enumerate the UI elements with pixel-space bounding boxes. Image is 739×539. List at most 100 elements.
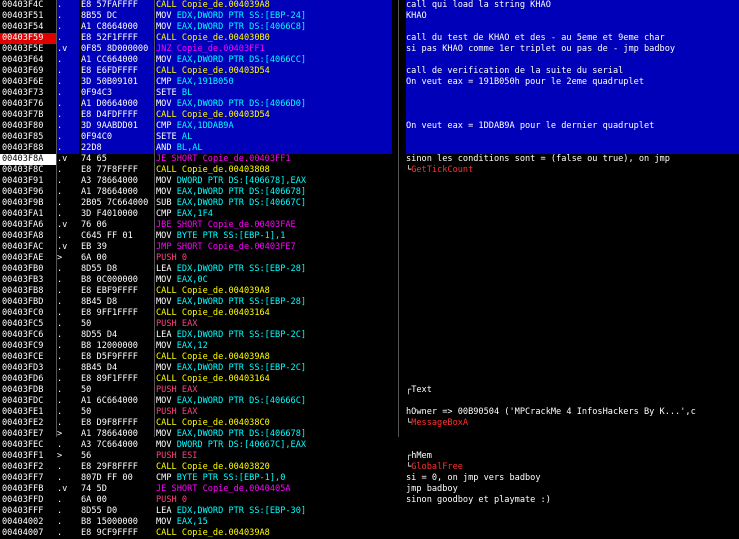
address-cell[interactable]: 00403FC6 — [0, 330, 56, 341]
disassembly-cell[interactable]: CALL Copie_de.00403D54 — [156, 110, 392, 121]
disassembly-cell[interactable]: MOV EAX,15 — [156, 517, 392, 528]
address-cell[interactable]: 00403F80 — [0, 121, 56, 132]
comment-cell[interactable] — [406, 22, 739, 33]
disassembly-cell[interactable]: MOV DWORD PTR DS:[40667C],EAX — [156, 440, 392, 451]
comment-cell[interactable] — [406, 297, 739, 308]
disassembly-cell[interactable]: LEA EDX,DWORD PTR SS:[EBP-28] — [156, 264, 392, 275]
instruction-row[interactable]: 00403FAC .v EB 39 JMP SHORT Copie_de.00403F… — [0, 242, 739, 253]
disassembly-cell[interactable]: JE SHORT Copie_de.0040405A — [156, 484, 392, 495]
disassembly-cell[interactable]: MOV EAX,DWORD PTR DS:[406678] — [156, 187, 392, 198]
disassembly-cell[interactable]: CALL Copie_de.00403808 — [156, 165, 392, 176]
comment-cell[interactable]: On veut eax = 191B050h pour le 2eme quad… — [406, 77, 739, 88]
hex-dump-cell[interactable]: B8 12000000 — [81, 341, 154, 352]
address-cell[interactable]: 00403FFB — [0, 484, 56, 495]
comment-cell[interactable] — [406, 264, 739, 275]
address-cell[interactable]: 00403F6E — [0, 77, 56, 88]
address-cell[interactable]: 00403FA8 — [0, 231, 56, 242]
address-cell[interactable]: 00403FEC — [0, 440, 56, 451]
hex-dump-cell[interactable]: E8 9CF9FFFF — [81, 528, 154, 539]
current-eip-address[interactable]: 00403F8A — [0, 154, 56, 165]
disassembly-cell[interactable]: CALL Copie_de.00403164 — [156, 308, 392, 319]
hex-dump-cell[interactable]: 8D55 D4 — [81, 330, 154, 341]
instruction-row[interactable]: 00403F54. A1 C8664000 MOV EAX,DWORD PTR DS… — [0, 22, 739, 33]
address-cell[interactable]: 00403F64 — [0, 55, 56, 66]
disassembly-cell[interactable]: PUSH EAX — [156, 319, 392, 330]
comment-cell[interactable]: call du test de KHAO et des - au 5eme et… — [406, 33, 739, 44]
instruction-row[interactable]: 00403F73. 0F94C3 SETE BL — [0, 88, 739, 99]
comment-cell[interactable]: ┌Text — [406, 385, 739, 396]
instruction-row[interactable]: 00403FE1. 50 PUSH EAX hOwner => 00B90504 ('… — [0, 407, 739, 418]
address-cell[interactable]: 00403F4C — [0, 0, 56, 11]
hex-dump-cell[interactable]: 6A 00 — [81, 253, 154, 264]
disassembly-cell[interactable]: MOV EAX,0C — [156, 275, 392, 286]
disassembly-cell[interactable]: PUSH 0 — [156, 253, 392, 264]
disassembly-view[interactable]: 00403F4C. E8 57FAFFFF CALL Copie_de.004039… — [0, 0, 739, 538]
disassembly-cell[interactable]: CALL Copie_de.004039A8 — [156, 528, 392, 539]
instruction-row[interactable]: 00403FF1 >56 PUSH ESI ┌hMem — [0, 451, 739, 462]
hex-dump-cell[interactable]: E8 D5F9FFFF — [81, 352, 154, 363]
address-cell[interactable]: 00403FDC — [0, 396, 56, 407]
hex-dump-cell[interactable]: 56 — [81, 451, 154, 462]
instruction-row[interactable]: 00403FA8. C645 FF 01 MOV BYTE PTR SS:[EBP-… — [0, 231, 739, 242]
hex-dump-cell[interactable]: B8 0C000000 — [81, 275, 154, 286]
hex-dump-cell[interactable]: B8 15000000 — [81, 517, 154, 528]
disassembly-cell[interactable]: CMP BYTE PTR SS:[EBP-1],0 — [156, 473, 392, 484]
hex-dump-cell[interactable]: 8B45 D8 — [81, 297, 154, 308]
comment-cell[interactable] — [406, 253, 739, 264]
instruction-row[interactable]: 00403F51. 8B55 DC MOV EDX,DWORD PTR SS:[EB… — [0, 11, 739, 22]
address-cell[interactable]: 00403F96 — [0, 187, 56, 198]
instruction-row[interactable]: 00403FEC. A3 7C664000 MOV DWORD PTR DS:[40… — [0, 440, 739, 451]
hex-dump-cell[interactable]: 50 — [81, 385, 154, 396]
address-cell[interactable]: 00403FF7 — [0, 473, 56, 484]
address-cell[interactable]: 00403FBD — [0, 297, 56, 308]
comment-cell[interactable]: └MessageBoxA — [406, 418, 739, 429]
instruction-row[interactable]: 00403F69. E8 E6FDFFFF CALL Copie_de.00403D… — [0, 66, 739, 77]
comment-cell[interactable]: sinon goodboy et playmate :) — [406, 495, 739, 506]
address-cell[interactable]: 00403FAC — [0, 242, 56, 253]
instruction-row[interactable]: 00403F9B. 2B05 7C664000 SUB EAX,DWORD PTR … — [0, 198, 739, 209]
instruction-row[interactable]: 00403F7B. E8 D4FDFFFF CALL Copie_de.00403D… — [0, 110, 739, 121]
hex-dump-cell[interactable]: 8B45 D4 — [81, 363, 154, 374]
comment-cell[interactable] — [406, 374, 739, 385]
instruction-row[interactable]: 00403FB0. 8D55 D8 LEA EDX,DWORD PTR SS:[EB… — [0, 264, 739, 275]
address-cell[interactable]: 00403FDB — [0, 385, 56, 396]
comment-cell[interactable]: jmp badboy — [406, 484, 739, 495]
disassembly-cell[interactable]: PUSH ESI — [156, 451, 392, 462]
hex-dump-cell[interactable]: A1 D0664000 — [81, 99, 154, 110]
hex-dump-cell[interactable]: E8 EBF9FFFF — [81, 286, 154, 297]
comment-cell[interactable] — [406, 308, 739, 319]
disassembly-cell[interactable]: PUSH EAX — [156, 407, 392, 418]
address-cell[interactable]: 00403FCE — [0, 352, 56, 363]
comment-cell[interactable] — [406, 55, 739, 66]
address-cell[interactable]: 00403F54 — [0, 22, 56, 33]
disassembly-cell[interactable]: MOV EAX,12 — [156, 341, 392, 352]
hex-dump-cell[interactable]: A3 7C664000 — [81, 440, 154, 451]
disassembly-cell[interactable]: CALL Copie_de.00403820 — [156, 462, 392, 473]
address-cell[interactable]: 00403F88 — [0, 143, 56, 154]
address-cell[interactable]: 00403FA1 — [0, 209, 56, 220]
address-cell[interactable]: 00403FA6 — [0, 220, 56, 231]
comment-cell[interactable]: hOwner => 00B90504 ('MPCrackMe 4 InfosHa… — [406, 407, 739, 418]
hex-dump-cell[interactable]: 3D 9AABDD01 — [81, 121, 154, 132]
instruction-row[interactable]: 00403FD3. 8B45 D4 MOV EAX,DWORD PTR SS:[EB… — [0, 363, 739, 374]
hex-dump-cell[interactable]: 3D F4010000 — [81, 209, 154, 220]
hex-dump-cell[interactable]: A1 78664000 — [81, 187, 154, 198]
address-cell[interactable]: 00403FB3 — [0, 275, 56, 286]
hex-dump-cell[interactable]: E8 52F1FFFF — [81, 33, 154, 44]
address-cell[interactable]: 00403FF2 — [0, 462, 56, 473]
comment-cell[interactable] — [406, 330, 739, 341]
instruction-row[interactable]: 00403F85. 0F94C0 SETE AL — [0, 132, 739, 143]
instruction-row[interactable]: 00403FBD. 8B45 D8 MOV EAX,DWORD PTR SS:[EB… — [0, 297, 739, 308]
hex-dump-cell[interactable]: 0F94C0 — [81, 132, 154, 143]
address-cell[interactable]: 00404007 — [0, 528, 56, 539]
hex-dump-cell[interactable]: E8 89F1FFFF — [81, 374, 154, 385]
comment-cell[interactable] — [406, 319, 739, 330]
disassembly-cell[interactable]: MOV EDX,DWORD PTR SS:[EBP-24] — [156, 11, 392, 22]
hex-dump-cell[interactable]: 807D FF 00 — [81, 473, 154, 484]
address-cell[interactable]: 00403FD6 — [0, 374, 56, 385]
comment-cell[interactable] — [406, 187, 739, 198]
address-cell[interactable]: 00403FE2 — [0, 418, 56, 429]
hex-dump-cell[interactable]: 6A 00 — [81, 495, 154, 506]
hex-dump-cell[interactable]: C645 FF 01 — [81, 231, 154, 242]
address-cell[interactable]: 00403F76 — [0, 99, 56, 110]
